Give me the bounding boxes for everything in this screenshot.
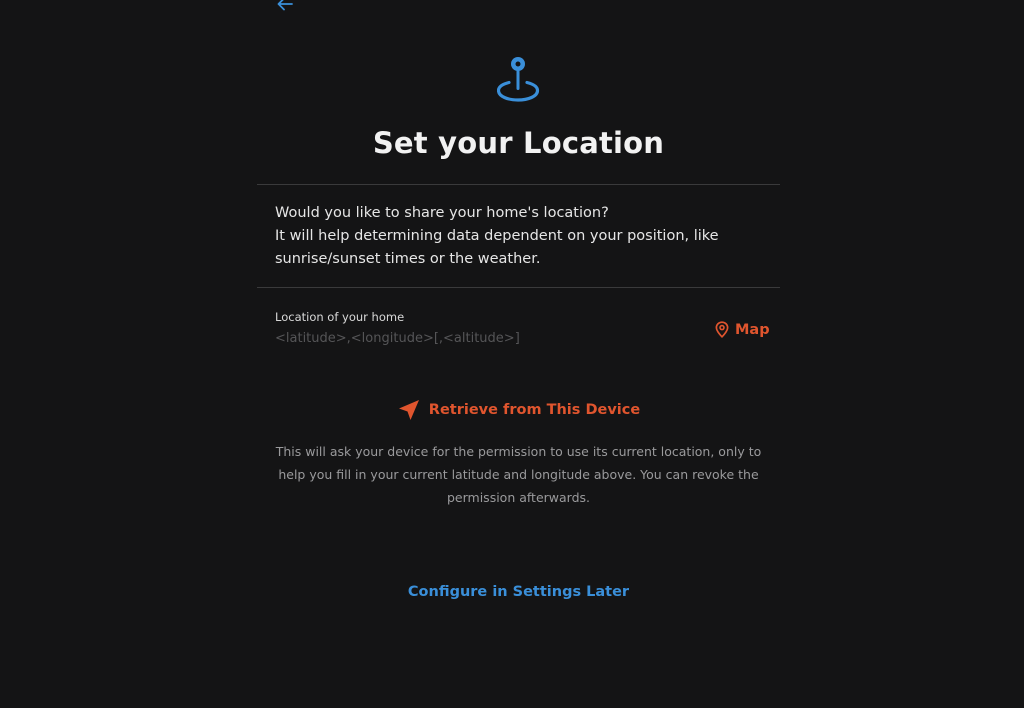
intro-line-1: Would you like to share your home's loca… <box>275 205 609 221</box>
setup-panel: Set your Location Would you like to shar… <box>257 0 780 708</box>
location-setup-page: Set your Location Would you like to shar… <box>0 0 1024 708</box>
retrieve-location-label: Retrieve from This Device <box>428 402 641 418</box>
intro-line-2: It will help determining data dependent … <box>275 228 719 244</box>
divider-top <box>257 184 780 185</box>
divider-middle <box>257 287 780 288</box>
map-marker-icon <box>715 321 729 338</box>
map-pin-icon <box>497 57 540 102</box>
retrieve-note: This will ask your device for the permis… <box>275 444 762 505</box>
map-button[interactable]: Map <box>715 321 770 338</box>
intro-line-3: sunrise/sunset times or the weather. <box>275 251 541 267</box>
map-button-label: Map <box>735 321 770 338</box>
location-field-label: Location of your home <box>275 310 405 324</box>
retrieve-location-button[interactable]: Retrieve from This Device <box>257 398 780 422</box>
location-input[interactable] <box>273 328 677 348</box>
navigation-arrow-icon <box>398 400 419 420</box>
intro-text: Would you like to share your home's loca… <box>275 202 765 271</box>
configure-later-button[interactable]: Configure in Settings Later <box>257 584 780 600</box>
page-title: Set your Location <box>372 126 665 160</box>
